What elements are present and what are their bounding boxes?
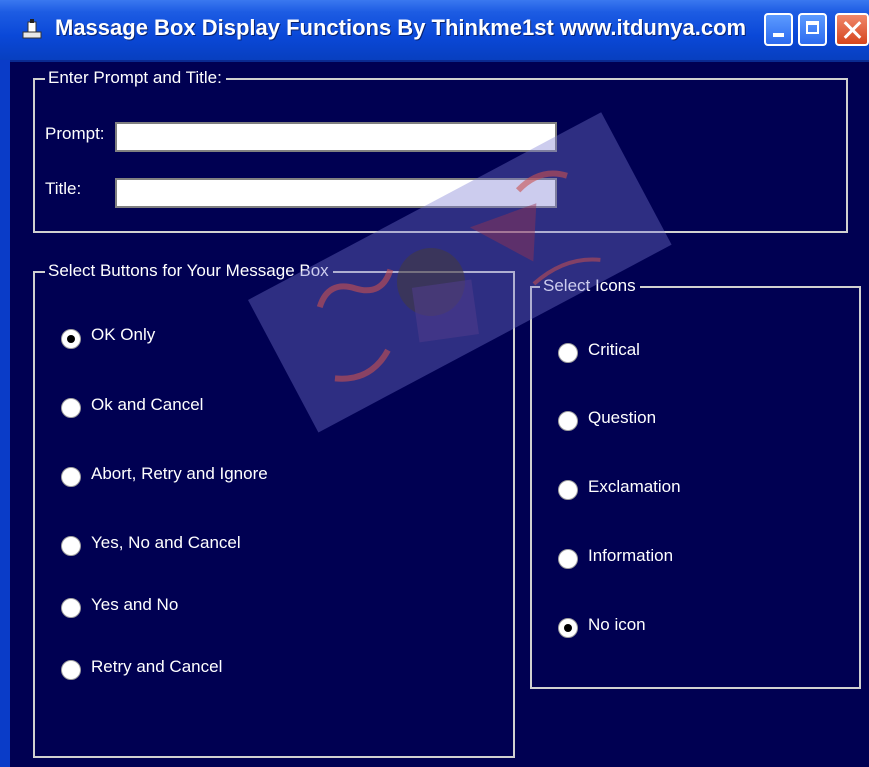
radio-information[interactable] (558, 549, 578, 569)
maximize-button[interactable] (798, 13, 827, 46)
window-title: Massage Box Display Functions By Thinkme… (55, 15, 747, 40)
radio-ok-cancel[interactable] (61, 398, 81, 418)
minimize-button[interactable] (764, 13, 793, 46)
radio-no-icon-label[interactable]: No icon (588, 615, 646, 635)
radio-question-label[interactable]: Question (588, 408, 656, 428)
radio-yes-no-cancel[interactable] (61, 536, 81, 556)
radio-retry-cancel[interactable] (61, 660, 81, 680)
title-bar[interactable]: Massage Box Display Functions By Thinkme… (0, 0, 869, 62)
prompt-title-legend: Enter Prompt and Title: (45, 67, 226, 89)
radio-exclamation[interactable] (558, 480, 578, 500)
radio-retry-cancel-label[interactable]: Retry and Cancel (91, 657, 222, 677)
close-button[interactable] (835, 13, 869, 46)
radio-no-icon[interactable] (558, 618, 578, 638)
radio-abort-retry-ignore[interactable] (61, 467, 81, 487)
radio-ok-only[interactable] (61, 329, 81, 349)
title-label: Title: (45, 179, 82, 198)
radio-critical[interactable] (558, 343, 578, 363)
radio-yes-no[interactable] (61, 598, 81, 618)
radio-critical-label[interactable]: Critical (588, 340, 640, 360)
radio-exclamation-label[interactable]: Exclamation (588, 477, 681, 497)
radio-information-label[interactable]: Information (588, 546, 673, 566)
radio-abort-retry-ignore-label[interactable]: Abort, Retry and Ignore (91, 464, 268, 484)
radio-yes-no-cancel-label[interactable]: Yes, No and Cancel (91, 533, 241, 553)
vb-app-icon (22, 19, 42, 39)
icons-group: Select Icons (530, 275, 861, 689)
window-left-border (0, 60, 10, 767)
radio-yes-no-label[interactable]: Yes and No (91, 595, 178, 615)
prompt-input[interactable] (115, 122, 557, 152)
radio-ok-only-label[interactable]: OK Only (91, 325, 155, 345)
radio-question[interactable] (558, 411, 578, 431)
radio-ok-cancel-label[interactable]: Ok and Cancel (91, 395, 203, 415)
prompt-label: Prompt: (45, 124, 105, 143)
